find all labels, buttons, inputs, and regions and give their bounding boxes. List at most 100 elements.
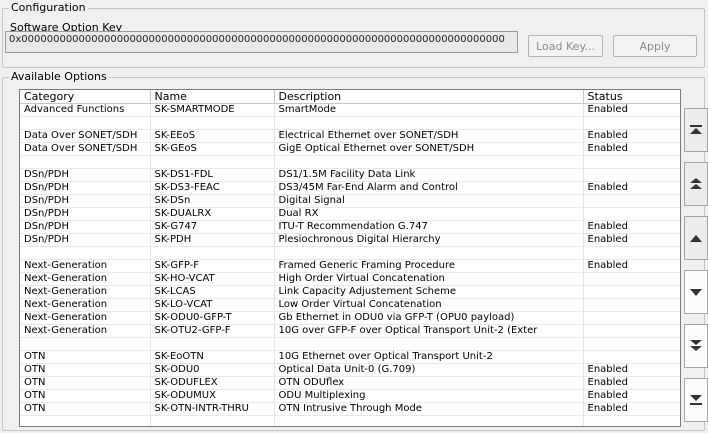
category-cell: OTN [20,363,151,377]
name-cell: SK-GFP-F [150,259,275,273]
description-cell: ODU Multiplexing [274,389,584,403]
table-row[interactable]: OTN SK-ODUMUX ODU Multiplexing Enabled [20,389,680,403]
table-row[interactable]: Data Over SONET/SDH SK-EEoS Electrical Eth… [20,129,680,143]
table-row[interactable]: Next-Generation SK-OTU2-GFP-F 10G over GFP… [20,324,680,338]
table-row[interactable]: Next-Generation SK-GFP-F Framed Generic Fr… [20,259,680,273]
name-cell: SK-EEoS [150,129,275,143]
name-cell [150,415,275,426]
category-cell: DSn/PDH [20,207,151,221]
table-row[interactable]: OTN SK-ODUFLEX OTN ODUflex Enabled [20,376,680,390]
table-row[interactable]: Next-Generation SK-ODU0-GFP-T Gb Ethernet … [20,311,680,325]
name-cell: SK-DSn [150,194,275,208]
column-header-description[interactable]: Description [274,90,584,104]
name-cell: SK-EoOTN [150,350,275,364]
scroll-down-button[interactable] [684,270,708,314]
page-up-icon [690,178,702,190]
options-table[interactable]: Category Name Description Status Advance… [19,89,681,427]
table-row[interactable] [20,116,680,130]
status-cell: Enabled [583,181,680,195]
scroll-up-button[interactable] [684,216,708,260]
description-cell [274,116,584,130]
table-row[interactable]: Next-Generation SK-LCAS Link Capacity Adju… [20,285,680,299]
status-cell [583,207,680,221]
category-cell: Data Over SONET/SDH [20,129,151,143]
name-cell [150,116,275,130]
table-row[interactable] [20,337,680,351]
name-cell: SK-PDH [150,233,275,247]
table-row[interactable]: Data Over SONET/SDH SK-GEoS GigE Optical E… [20,142,680,156]
status-cell [583,168,680,182]
category-cell: Next-Generation [20,324,151,338]
table-row[interactable]: OTN SK-ODU0 Optical Data Unit-0 (G.709) Ena… [20,363,680,377]
status-cell [583,350,680,364]
name-cell [150,155,275,169]
category-cell: DSn/PDH [20,181,151,195]
status-cell [583,116,680,130]
page-down-icon [690,340,702,352]
available-options-title: Available Options [9,70,109,84]
status-cell [583,272,680,286]
category-cell [20,116,151,130]
status-cell: Enabled [583,389,680,403]
description-cell: Low Order Virtual Concatenation [274,298,584,312]
configuration-title: Configuration [9,1,88,15]
description-cell [274,415,584,426]
status-cell: Enabled [583,363,680,377]
table-row[interactable]: OTN SK-EoOTN 10G Ethernet over Optical Tra… [20,350,680,364]
description-cell: SmartMode [274,103,584,117]
name-cell: SK-SMARTMODE [150,103,275,117]
category-cell [20,337,151,351]
name-cell: SK-GEoS [150,142,275,156]
table-row[interactable]: Next-Generation SK-HO-VCAT High Order Virt… [20,272,680,286]
table-row[interactable] [20,415,680,426]
table-row[interactable]: DSn/PDH SK-PDH Plesiochronous Digital Hier… [20,233,680,247]
category-cell: Next-Generation [20,285,151,299]
table-row[interactable] [20,246,680,260]
column-header-name[interactable]: Name [150,90,275,104]
category-cell: OTN [20,376,151,390]
scroll-top-button[interactable] [684,108,708,152]
status-cell [583,337,680,351]
category-cell: Next-Generation [20,272,151,286]
category-cell: OTN [20,350,151,364]
name-cell: SK-OTU2-GFP-F [150,324,275,338]
scroll-bottom-button[interactable] [684,378,708,422]
description-cell: Digital Signal [274,194,584,208]
page-down-button[interactable] [684,324,708,368]
load-key-button[interactable]: Load Key... [528,35,603,57]
status-cell [583,194,680,208]
table-row[interactable]: DSn/PDH SK-DUALRX Dual RX [20,207,680,221]
name-cell: SK-DUALRX [150,207,275,221]
name-cell: SK-DS1-FDL [150,168,275,182]
category-cell: Data Over SONET/SDH [20,142,151,156]
table-row[interactable]: DSn/PDH SK-G747 ITU-T Recommendation G.747… [20,220,680,234]
table-row[interactable]: DSn/PDH SK-DSn Digital Signal [20,194,680,208]
table-row[interactable]: OTN SK-OTN-INTR-THRU OTN Intrusive Through… [20,402,680,416]
description-cell [274,246,584,260]
table-row[interactable]: DSn/PDH SK-DS3-FEAC DS3/45M Far-End Alarm … [20,181,680,195]
category-cell: DSn/PDH [20,168,151,182]
category-cell: Next-Generation [20,298,151,312]
column-header-status[interactable]: Status [583,90,680,104]
column-header-category[interactable]: Category [20,90,151,104]
status-cell: Enabled [583,376,680,390]
description-cell [274,155,584,169]
category-cell [20,155,151,169]
table-row[interactable]: Advanced Functions SK-SMARTMODE SmartMode E… [20,103,680,117]
category-cell [20,246,151,260]
status-cell: Enabled [583,233,680,247]
description-cell: 10G over GFP-F over Optical Transport Un… [274,324,584,338]
table-row[interactable]: Next-Generation SK-LO-VCAT Low Order Virtu… [20,298,680,312]
table-row[interactable]: DSn/PDH SK-DS1-FDL DS1/1.5M Facility Data … [20,168,680,182]
software-option-key-field[interactable]: 0x00000000000000000000000000000000000000… [5,31,518,53]
table-row[interactable] [20,155,680,169]
name-cell: SK-LO-VCAT [150,298,275,312]
category-cell: DSn/PDH [20,220,151,234]
category-cell: Advanced Functions [20,103,151,117]
scroll-top-icon [690,125,702,135]
category-cell: DSn/PDH [20,233,151,247]
apply-button[interactable]: Apply [613,35,697,57]
page-up-button[interactable] [684,162,708,206]
description-cell: DS3/45M Far-End Alarm and Control [274,181,584,195]
status-cell: Enabled [583,220,680,234]
